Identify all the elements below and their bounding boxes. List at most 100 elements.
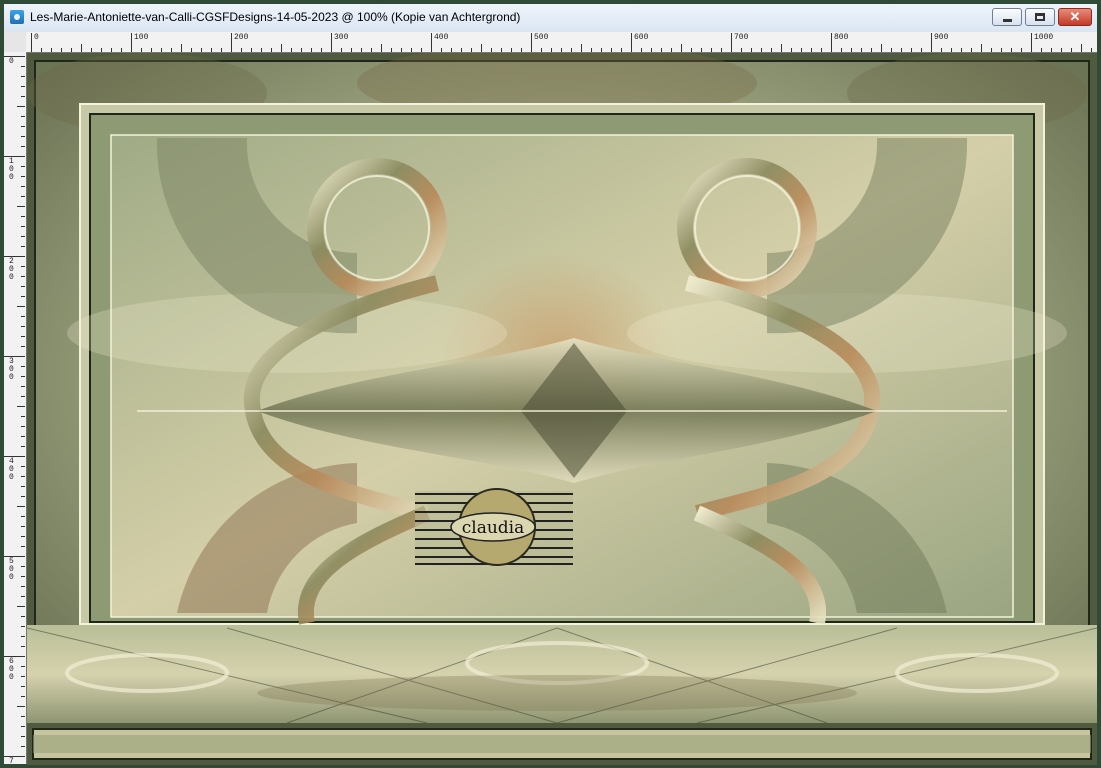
ruler-tick [1001,48,1002,52]
ruler-tick [21,446,25,447]
ruler-tick [21,336,25,337]
ruler-tick [21,66,25,67]
image-window: Les-Marie-Antoniette-van-Calli-CGSFDesig… [0,0,1101,768]
ruler-tick [591,48,592,52]
ruler-tick [731,33,732,52]
ruler-tick [311,48,312,52]
ruler-tick [431,33,432,52]
ruler-tick [271,48,272,52]
ruler-tick [181,44,182,52]
ruler-tick [831,33,832,52]
ruler-tick [161,48,162,52]
ruler-tick [321,48,322,52]
ruler-tick [721,48,722,52]
ruler-tick [761,48,762,52]
ruler-tick [21,426,25,427]
ruler-corner [4,32,27,53]
ruler-tick [501,48,502,52]
ruler-tick [21,636,25,637]
ruler-tick [21,396,25,397]
ruler-tick [521,48,522,52]
paintshop-pro-image-icon[interactable] [10,10,24,24]
ruler-label-top: 1000 [1034,33,1054,42]
ruler-tick [21,616,25,617]
ruler-tick [651,48,652,52]
ruler-tick [21,726,25,727]
ruler-tick [611,48,612,52]
ruler-tick [1041,48,1042,52]
ruler-tick [861,48,862,52]
ruler-tick [781,44,782,52]
ruler-tick [581,44,582,52]
ruler-tick [381,44,382,52]
ruler-label-left: 7 [9,757,14,765]
ruler-label-top: 0 [34,33,39,42]
ruler-tick [331,33,332,52]
ruler-tick [441,48,442,52]
ruler-tick [671,48,672,52]
ruler-tick [51,48,52,52]
ruler-tick [21,516,25,517]
ruler-tick [21,476,25,477]
ruler-tick [631,33,632,52]
ruler-label-top: 700 [734,33,749,42]
ruler-label-top: 800 [834,33,849,42]
ruler-tick [341,48,342,52]
ruler-tick [141,48,142,52]
ruler-tick [21,146,25,147]
ruler-tick [821,48,822,52]
ruler-tick [851,48,852,52]
ruler-tick [801,48,802,52]
ruler-tick [691,48,692,52]
maximize-button[interactable] [1025,8,1055,26]
ruler-tick [461,48,462,52]
ruler-tick [201,48,202,52]
close-button[interactable]: ✕ [1058,8,1092,26]
ruler-tick [251,48,252,52]
ruler-tick [771,48,772,52]
ruler-tick [301,48,302,52]
ruler-tick [21,526,25,527]
vertical-ruler[interactable]: 0 1 0 0 2 0 0 3 0 0 4 0 0 5 0 0 6 0 0 7 [4,52,27,764]
ruler-tick [661,48,662,52]
ruler-tick [21,566,25,567]
ruler-tick [151,48,152,52]
restore-icon [1035,13,1045,21]
ruler-tick [17,106,25,107]
ruler-tick [21,716,25,717]
ruler-tick [291,48,292,52]
ruler-tick [21,326,25,327]
ruler-tick [1011,48,1012,52]
horizontal-ruler[interactable]: 0 100 200 300 400 500 600 700 800 900 1000 [26,32,1097,53]
ruler-label-top: 900 [934,33,949,42]
ruler-tick [221,48,222,52]
ruler-tick [61,48,62,52]
ruler-tick [1031,33,1032,52]
ruler-tick [571,48,572,52]
ruler-tick [881,44,882,52]
ruler-label-left: 6 0 0 [9,657,14,682]
ruler-tick [1081,44,1082,52]
ruler-tick [841,48,842,52]
ruler-tick [921,48,922,52]
ruler-tick [991,48,992,52]
ruler-tick [1051,48,1052,52]
ruler-tick [21,276,25,277]
ruler-tick [21,416,25,417]
ruler-label-left: 5 0 0 [9,557,14,582]
ruler-tick [1061,48,1062,52]
ruler-tick [21,596,25,597]
ruler-tick [4,356,25,357]
ruler-tick [931,33,932,52]
ruler-tick [21,286,25,287]
ruler-tick [481,44,482,52]
title-bar[interactable]: Les-Marie-Antoniette-van-Calli-CGSFDesig… [4,4,1097,33]
ruler-tick [131,33,132,52]
minimize-icon [1003,19,1012,22]
ruler-label-top: 600 [634,33,649,42]
ruler-tick [551,48,552,52]
ruler-tick [961,48,962,52]
image-canvas[interactable]: claudia [27,53,1097,765]
ruler-tick [811,48,812,52]
minimize-button[interactable] [992,8,1022,26]
